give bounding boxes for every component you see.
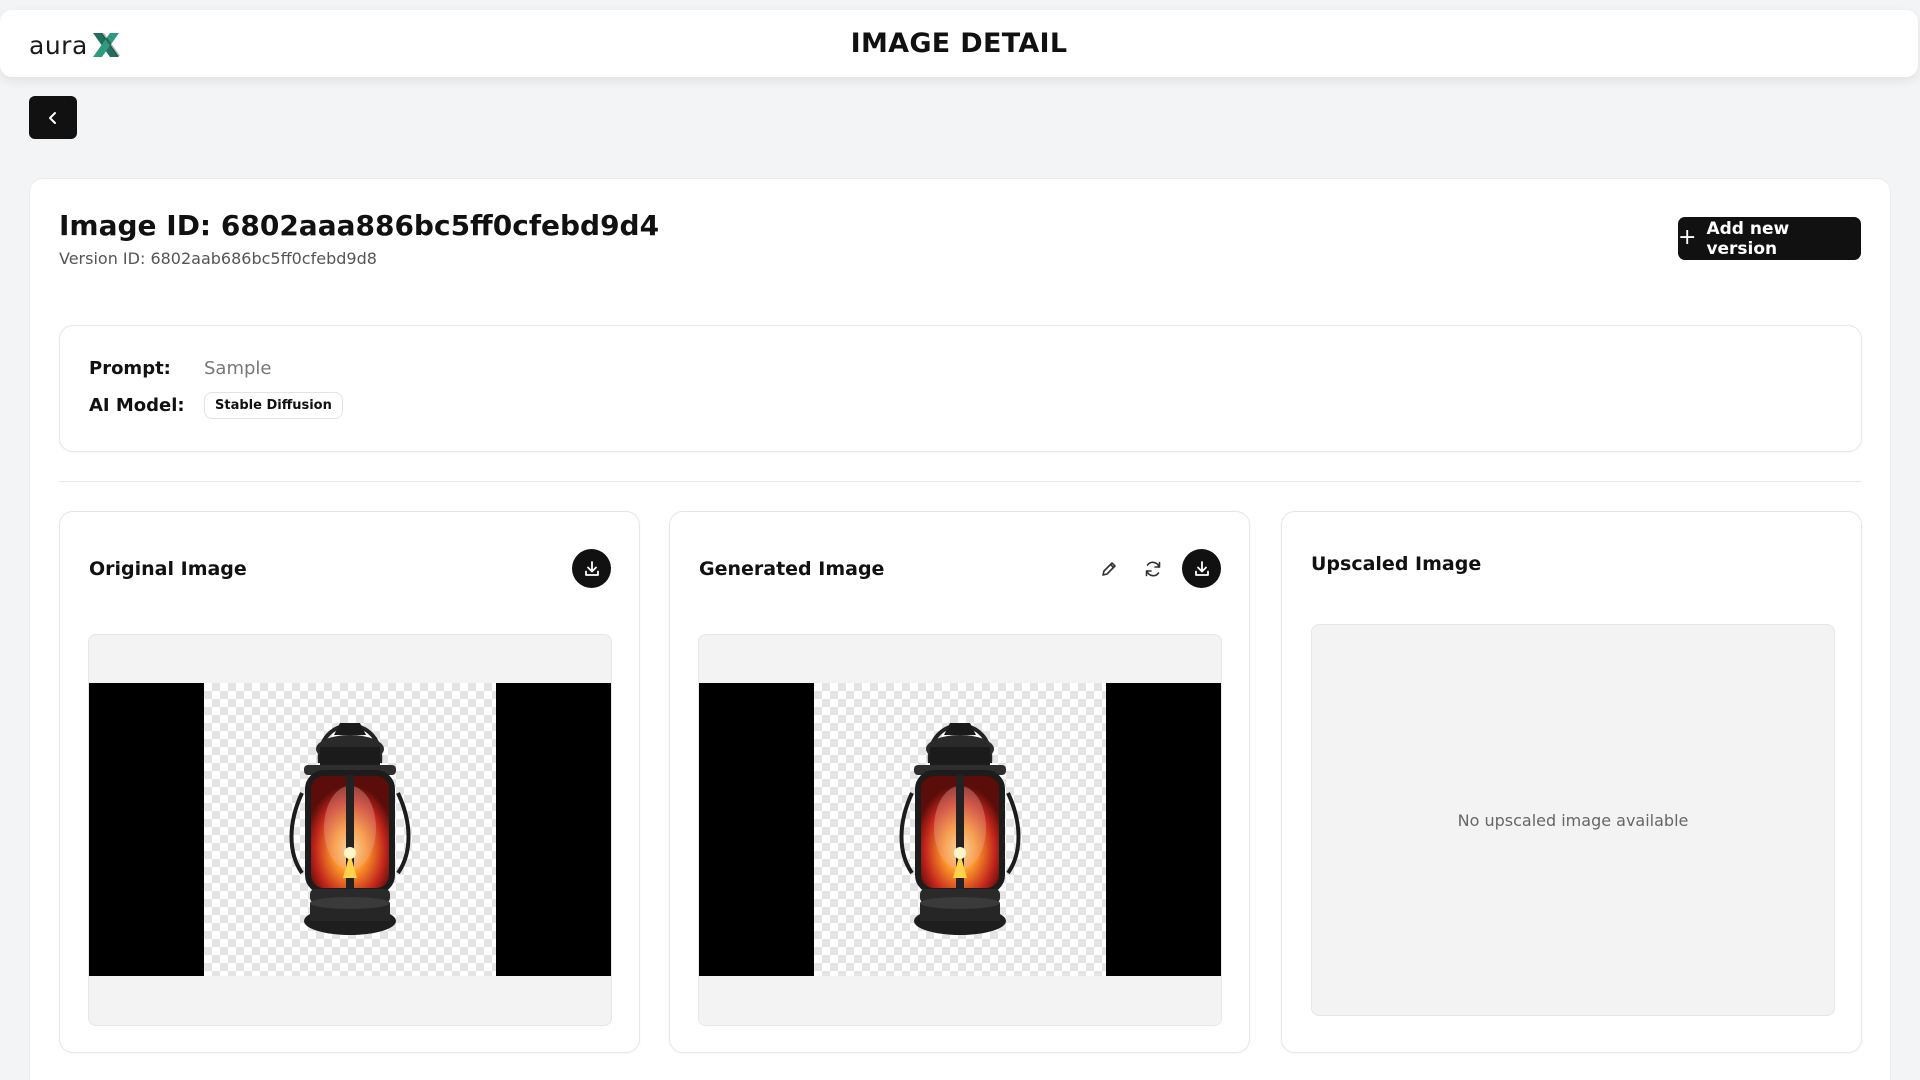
section-divider [59, 481, 1862, 482]
generated-image-actions [1094, 549, 1221, 588]
back-button[interactable] [29, 96, 77, 139]
edit-button[interactable] [1094, 554, 1124, 584]
download-icon [1194, 560, 1209, 576]
lantern-image [289, 723, 411, 935]
transparent-background [204, 683, 496, 976]
image-id-heading: Image ID: 6802aaa886bc5ff0cfebd9d4 [59, 209, 660, 242]
add-new-version-label: Add new version [1706, 218, 1790, 259]
upscaled-image-title: Upscaled Image [1311, 553, 1482, 575]
refresh-icon [1145, 561, 1161, 576]
lantern-image [899, 723, 1021, 935]
upscaled-image-placeholder: No upscaled image available [1311, 624, 1835, 1016]
prompt-label: Prompt: [89, 358, 171, 379]
page-title: IMAGE DETAIL [850, 28, 1068, 59]
generated-image[interactable] [699, 683, 1221, 976]
add-new-version-button[interactable]: + Add new version [1678, 217, 1861, 260]
regenerate-button[interactable] [1138, 554, 1168, 584]
ai-model-label: AI Model: [89, 395, 185, 416]
version-id-text: Version ID: 6802aab686bc5ff0cfebd9d8 [59, 249, 377, 268]
top-header: aura IMAGE DETAIL [0, 10, 1918, 77]
chevron-left-icon [49, 111, 56, 124]
original-image-title: Original Image [89, 558, 247, 580]
ai-model-badge: Stable Diffusion [204, 392, 343, 419]
prompt-row: Prompt: Sample [89, 358, 272, 379]
prompt-value: Sample [204, 358, 272, 379]
pencil-icon [1102, 561, 1116, 576]
image-detail-card: Image ID: 6802aaa886bc5ff0cfebd9d4 Versi… [29, 178, 1891, 1080]
generated-image-card: Generated Image [669, 511, 1250, 1053]
original-image[interactable] [89, 683, 611, 976]
original-image-actions [572, 549, 611, 588]
download-icon [584, 560, 599, 576]
download-button[interactable] [1182, 549, 1221, 588]
generated-image-title: Generated Image [699, 558, 885, 580]
generated-image-frame [698, 634, 1222, 1026]
download-button[interactable] [572, 549, 611, 588]
ai-model-row: AI Model: Stable Diffusion [89, 392, 343, 419]
original-image-card: Original Image [59, 511, 640, 1053]
upscaled-image-card: Upscaled Image No upscaled image availab… [1281, 511, 1862, 1053]
original-image-frame [88, 634, 612, 1026]
no-upscaled-message: No upscaled image available [1457, 810, 1689, 830]
plus-icon: + [1678, 224, 1697, 250]
prompt-info-box: Prompt: Sample AI Model: Stable Diffusio… [59, 325, 1862, 452]
transparent-background [814, 683, 1106, 976]
